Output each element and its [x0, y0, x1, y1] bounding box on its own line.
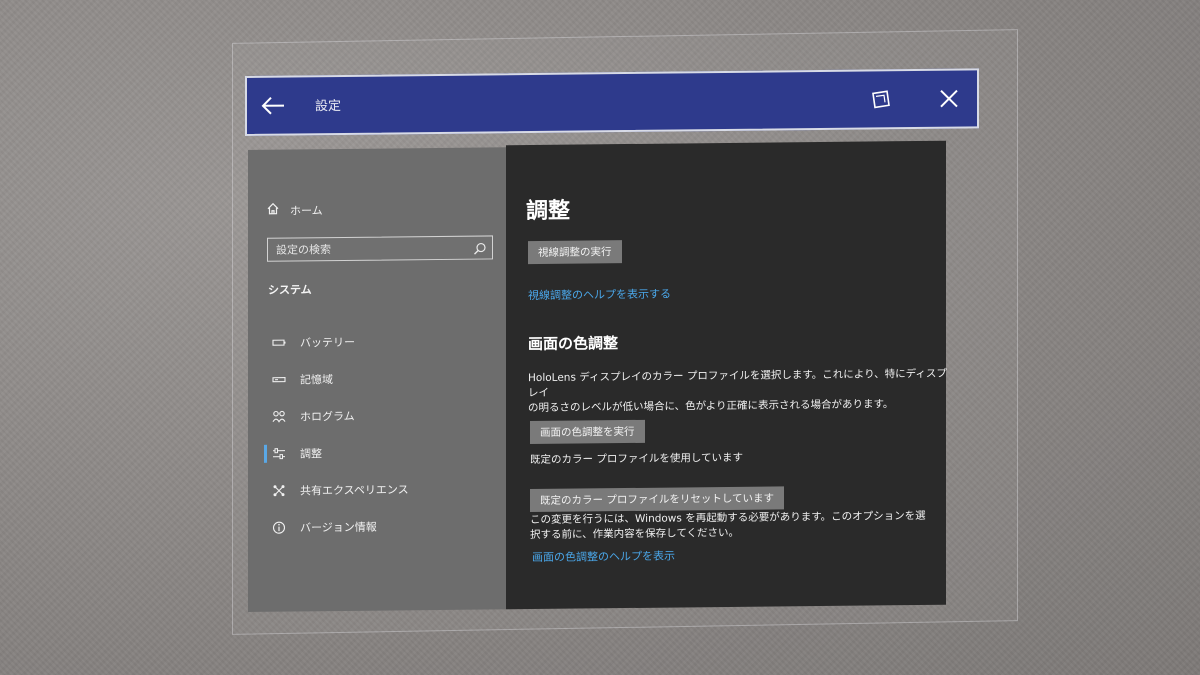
search-box[interactable]	[267, 235, 493, 262]
sidebar-item-label: 調整	[300, 446, 322, 460]
sidebar-nav: バッテリー 記憶域 ホログラム 調整 共有エクスペリエンス バージョン情報	[266, 321, 496, 545]
description-line: の明るさのレベルが低い場合に、色がより正確に表示される場合があります。	[528, 398, 894, 415]
storage-icon	[270, 374, 288, 384]
sidebar-item-about[interactable]: バージョン情報	[266, 506, 496, 545]
sidebar-item-label: ホログラム	[300, 409, 355, 423]
sidebar-item-home[interactable]: ホーム	[266, 201, 323, 219]
sidebar-item-battery[interactable]: バッテリー	[266, 321, 496, 360]
run-eye-calibration-button[interactable]: 視線調整の実行	[528, 240, 622, 265]
eye-calibration-help-link[interactable]: 視線調整のヘルプを表示する	[528, 286, 671, 303]
restart-notice: この変更を行うには、Windows を再起動する必要があります。このオプションを…	[530, 509, 950, 543]
color-calibration-description: HoloLens ディスプレイのカラー プロファイルを選択します。これにより、特…	[528, 367, 948, 416]
adjust-window-icon	[872, 90, 890, 109]
battery-icon	[270, 337, 288, 347]
sidebar-item-holograms[interactable]: ホログラム	[266, 395, 496, 434]
description-line: HoloLens ディスプレイのカラー プロファイルを選択します。これにより、特…	[528, 367, 947, 400]
sidebar-item-storage[interactable]: 記憶域	[266, 358, 496, 397]
restart-notice-line: 択する前に、作業内容を保存してください。	[530, 526, 740, 542]
sidebar-item-label: 共有エクスペリエンス	[300, 482, 409, 497]
sidebar-item-shared-experiences[interactable]: 共有エクスペリエンス	[266, 469, 496, 508]
search-input[interactable]	[276, 239, 466, 258]
sidebar-item-label: バージョン情報	[300, 520, 377, 534]
color-calibration-help-link[interactable]: 画面の色調整のヘルプを表示	[532, 548, 675, 565]
window-title: 設定	[315, 98, 342, 115]
info-icon	[270, 520, 288, 534]
sidebar-item-label: バッテリー	[300, 335, 355, 349]
default-profile-status: 既定のカラー プロファイルを使用しています	[530, 451, 744, 467]
home-label: ホーム	[290, 203, 323, 218]
sidebar-item-label: 記憶域	[300, 372, 333, 386]
search-icon[interactable]	[473, 240, 487, 255]
color-calibration-heading: 画面の色調整	[528, 334, 619, 354]
section-label-system: システム	[268, 283, 312, 297]
run-color-calibration-button[interactable]: 画面の色調整を実行	[530, 419, 645, 445]
hologram-icon	[270, 409, 288, 423]
page-title: 調整	[526, 198, 571, 225]
settings-window: ホーム システム バッテリー	[248, 140, 948, 612]
close-button[interactable]	[933, 82, 965, 114]
sidebar-item-calibration[interactable]: 調整	[266, 432, 496, 471]
content-pane: 調整 視線調整の実行 視線調整のヘルプを表示する 画面の色調整 HoloLens…	[506, 140, 948, 610]
title-bar: 設定	[245, 68, 979, 136]
calibration-icon	[270, 447, 288, 459]
back-button[interactable]	[257, 90, 289, 122]
reset-color-profile-button[interactable]: 既定のカラー プロファイルをリセットしています	[530, 486, 785, 513]
adjust-window-button[interactable]	[865, 83, 897, 115]
back-arrow-icon	[261, 97, 284, 115]
sidebar: ホーム システム バッテリー	[248, 147, 508, 612]
home-icon	[266, 202, 280, 219]
close-icon	[940, 89, 958, 108]
shared-experiences-icon	[270, 483, 288, 497]
